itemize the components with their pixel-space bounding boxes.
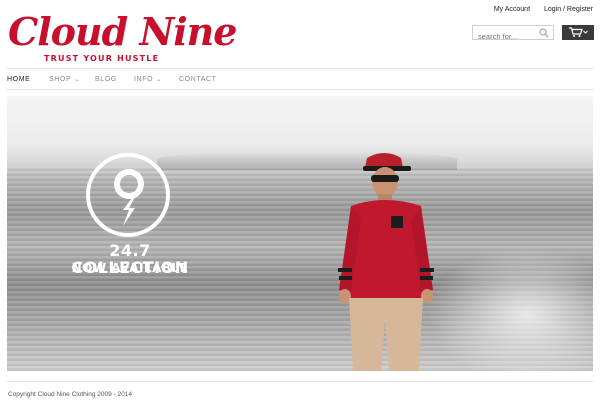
brand-tagline: TRUST YOUR HUSTLE — [44, 54, 160, 63]
nav-item-blog[interactable]: BLOG — [95, 76, 117, 83]
brand-logo[interactable]: Cloud Nine TRUST YOUR HUSTLE — [8, 10, 237, 68]
nav-item-label: BLOG — [95, 76, 117, 83]
chevron-down-icon: ⌄ — [156, 77, 162, 83]
nav-item-label: HOME — [7, 76, 31, 83]
cart-icon — [569, 27, 588, 37]
cart-button[interactable] — [562, 25, 594, 40]
nav-item-shop[interactable]: SHOP ⌄ — [49, 76, 80, 83]
footer-divider — [7, 381, 593, 382]
nav-item-contact[interactable]: CONTACT — [179, 76, 217, 83]
account-links: My Account Login / Register — [482, 6, 593, 13]
cloud-nine-badge-icon — [86, 153, 170, 237]
hero-banner[interactable]: 24.7 COLLECTION NOW AVAILABLE — [7, 96, 593, 371]
hero-subtitle: NOW AVAILABLE — [71, 261, 189, 275]
nav-item-label: SHOP — [49, 76, 72, 83]
search-box — [472, 25, 554, 43]
login-register-link[interactable]: Login / Register — [544, 6, 593, 13]
my-account-link[interactable]: My Account — [494, 6, 530, 13]
nav-item-info[interactable]: INFO ⌄ — [134, 76, 162, 83]
hero-sparkle — [427, 246, 593, 371]
nav-item-label: CONTACT — [179, 76, 217, 83]
nav-item-home[interactable]: HOME — [7, 76, 30, 83]
search-icon[interactable] — [539, 28, 549, 38]
copyright-text: Copyright Cloud Nine Clothing 2009 - 201… — [8, 391, 132, 398]
model-photo — [338, 153, 434, 371]
brand-name: Cloud Nine — [8, 9, 237, 54]
nav-item-label: INFO — [134, 76, 154, 83]
search-input[interactable] — [473, 30, 535, 43]
main-nav: HOME SHOP ⌄ BLOG INFO ⌄ CONTACT — [7, 68, 593, 90]
chevron-down-icon: ⌄ — [74, 77, 80, 83]
